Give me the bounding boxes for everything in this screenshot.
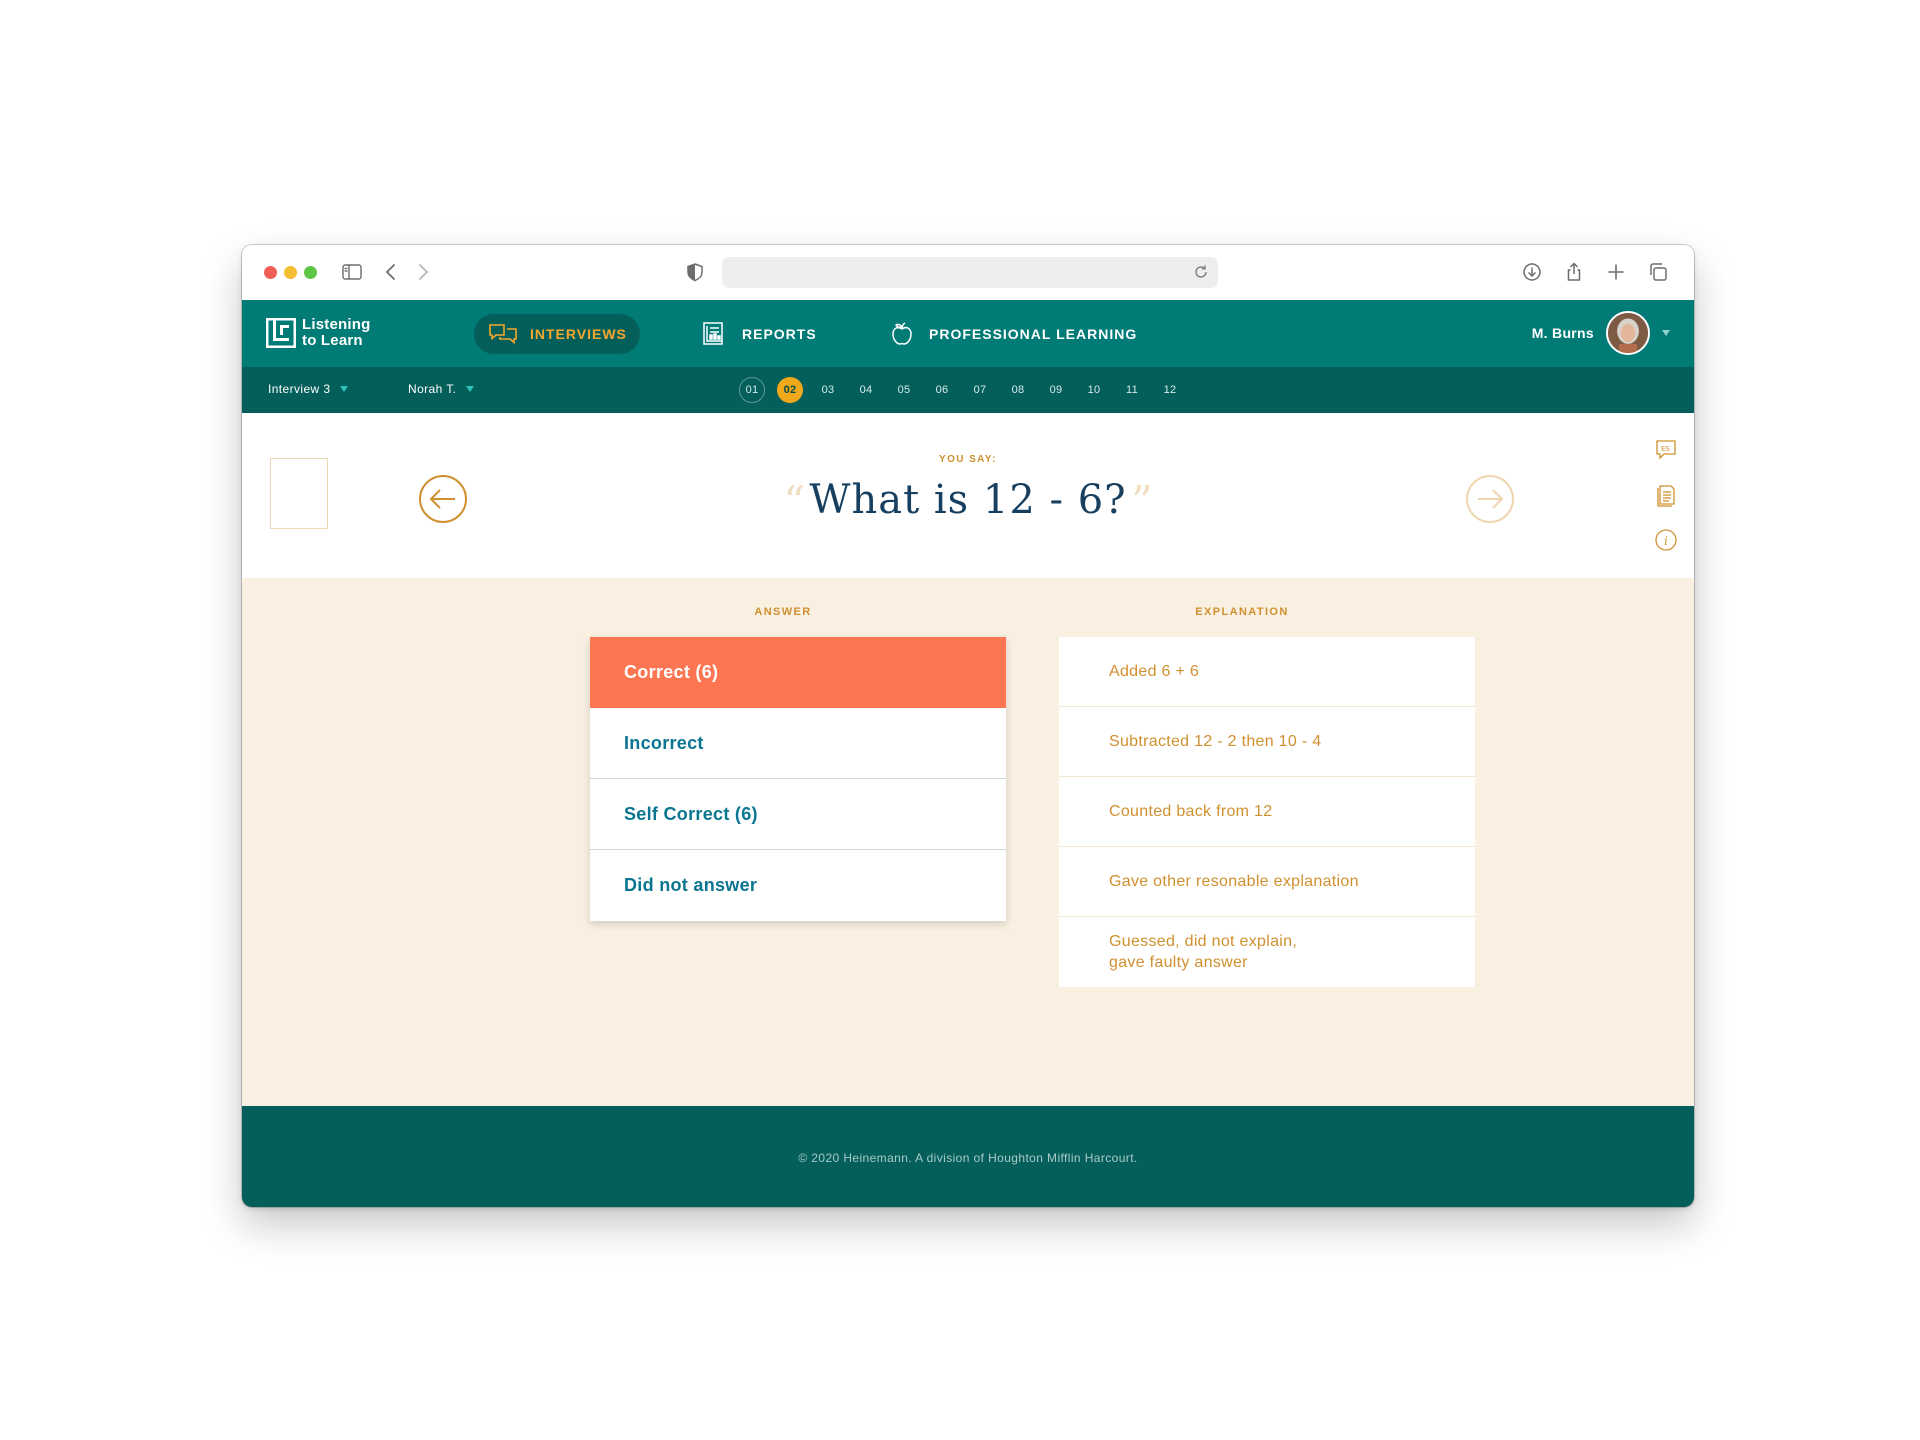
page-07[interactable]: 07 (967, 377, 993, 403)
share-icon[interactable] (1561, 259, 1587, 285)
user-name: M. Burns (1531, 325, 1594, 341)
listening-to-learn-logo-icon (266, 318, 296, 348)
response-panel: ANSWER EXPLANATION Correct (6) Incorrect… (242, 578, 1694, 1106)
speech-bubbles-icon (489, 324, 517, 345)
close-window-button[interactable] (264, 266, 277, 279)
footer: © 2020 Heinemann. A division of Houghton… (242, 1106, 1694, 1207)
forward-icon[interactable] (410, 259, 436, 285)
svg-text:i: i (1664, 534, 1668, 548)
brand-logo[interactable]: Listening to Learn (266, 317, 370, 349)
page-05[interactable]: 05 (891, 377, 917, 403)
brand-line-1: Listening (302, 316, 371, 333)
explanation-option[interactable]: Gave other resonable explanation (1059, 847, 1475, 917)
answer-option-incorrect[interactable]: Incorrect (590, 708, 1006, 779)
browser-toolbar (242, 245, 1694, 300)
explanation-list: Added 6 + 6 Subtracted 12 - 2 then 10 - … (1059, 637, 1475, 987)
page-01[interactable]: 01 (739, 377, 765, 403)
main-navigation: Listening to Learn INTERVIEWS REPORTS PR… (242, 300, 1694, 367)
minimize-window-button[interactable] (284, 266, 297, 279)
brand-line-2: to Learn (302, 332, 363, 349)
shield-icon[interactable] (682, 259, 708, 285)
answer-option-did-not-answer[interactable]: Did not answer (590, 850, 1006, 921)
page-12[interactable]: 12 (1157, 377, 1183, 403)
notes-icon[interactable] (1654, 483, 1678, 507)
sidebar-icon[interactable] (339, 259, 365, 285)
nav-professional-learning[interactable]: PROFESSIONAL LEARNING (887, 314, 1137, 354)
explanation-option[interactable]: Guessed, did not explain, gave faulty an… (1059, 917, 1475, 987)
user-menu[interactable]: M. Burns (1532, 311, 1670, 355)
question-text: What is 12 - 6? (809, 477, 1127, 523)
nav-interviews[interactable]: INTERVIEWS (474, 314, 640, 354)
you-say-label: YOU SAY: (939, 454, 997, 465)
page-09[interactable]: 09 (1043, 377, 1069, 403)
zoom-window-button[interactable] (304, 266, 317, 279)
chevron-down-icon (466, 386, 475, 392)
spanish-translation-icon[interactable]: ES (1654, 438, 1678, 462)
answer-column-title: ANSWER (754, 606, 812, 618)
svg-text:ES: ES (1661, 445, 1670, 453)
interview-subnav: Interview 3 Norah T. 01 02 03 04 05 06 0… (242, 367, 1694, 413)
new-tab-icon[interactable] (1603, 259, 1629, 285)
answer-option-correct[interactable]: Correct (6) (590, 637, 1006, 708)
reload-icon[interactable] (1192, 263, 1210, 281)
student-select[interactable]: Norah T. (408, 382, 475, 396)
avatar (1606, 311, 1650, 355)
nav-reports-label: REPORTS (742, 326, 817, 342)
page-10[interactable]: 10 (1081, 377, 1107, 403)
question-panel: YOU SAY: “ What is 12 - 6? ” ES i (242, 413, 1694, 578)
copyright-text: © 2020 Heinemann. A division of Houghton… (798, 1151, 1138, 1165)
chevron-down-icon (340, 386, 349, 392)
interview-select-value: Interview 3 (268, 382, 331, 396)
reports-icon (703, 322, 723, 345)
chevron-down-icon (1662, 330, 1670, 336)
next-question-button[interactable] (1465, 474, 1515, 524)
page-08[interactable]: 08 (1005, 377, 1031, 403)
address-bar[interactable] (722, 257, 1218, 288)
explanation-option[interactable]: Added 6 + 6 (1059, 637, 1475, 707)
page-11[interactable]: 11 (1119, 377, 1145, 403)
page-03[interactable]: 03 (815, 377, 841, 403)
nav-professional-learning-label: PROFESSIONAL LEARNING (929, 326, 1138, 342)
close-quote: ” (1131, 477, 1153, 526)
side-toolbar: ES i (1654, 438, 1680, 573)
page-06[interactable]: 06 (929, 377, 955, 403)
apple-icon (892, 322, 912, 345)
explanation-option[interactable]: Subtracted 12 - 2 then 10 - 4 (1059, 707, 1475, 777)
info-icon[interactable]: i (1654, 528, 1678, 552)
browser-window: Listening to Learn INTERVIEWS REPORTS PR… (242, 245, 1694, 1207)
question-pager: 01 02 03 04 05 06 07 08 09 10 11 12 (739, 377, 1195, 403)
explanation-column-title: EXPLANATION (1195, 606, 1289, 618)
answer-list: Correct (6) Incorrect Self Correct (6) D… (590, 637, 1006, 921)
nav-interviews-label: INTERVIEWS (530, 326, 627, 342)
interview-select[interactable]: Interview 3 (268, 382, 349, 396)
page-02[interactable]: 02 (777, 377, 803, 403)
answer-option-self-correct[interactable]: Self Correct (6) (590, 779, 1006, 850)
tabs-icon[interactable] (1645, 259, 1671, 285)
download-icon[interactable] (1519, 259, 1545, 285)
back-icon[interactable] (378, 259, 404, 285)
nav-reports[interactable]: REPORTS (700, 314, 817, 354)
open-quote: “ (783, 477, 805, 526)
page-04[interactable]: 04 (853, 377, 879, 403)
explanation-option[interactable]: Counted back from 12 (1059, 777, 1475, 847)
student-select-value: Norah T. (408, 382, 457, 396)
